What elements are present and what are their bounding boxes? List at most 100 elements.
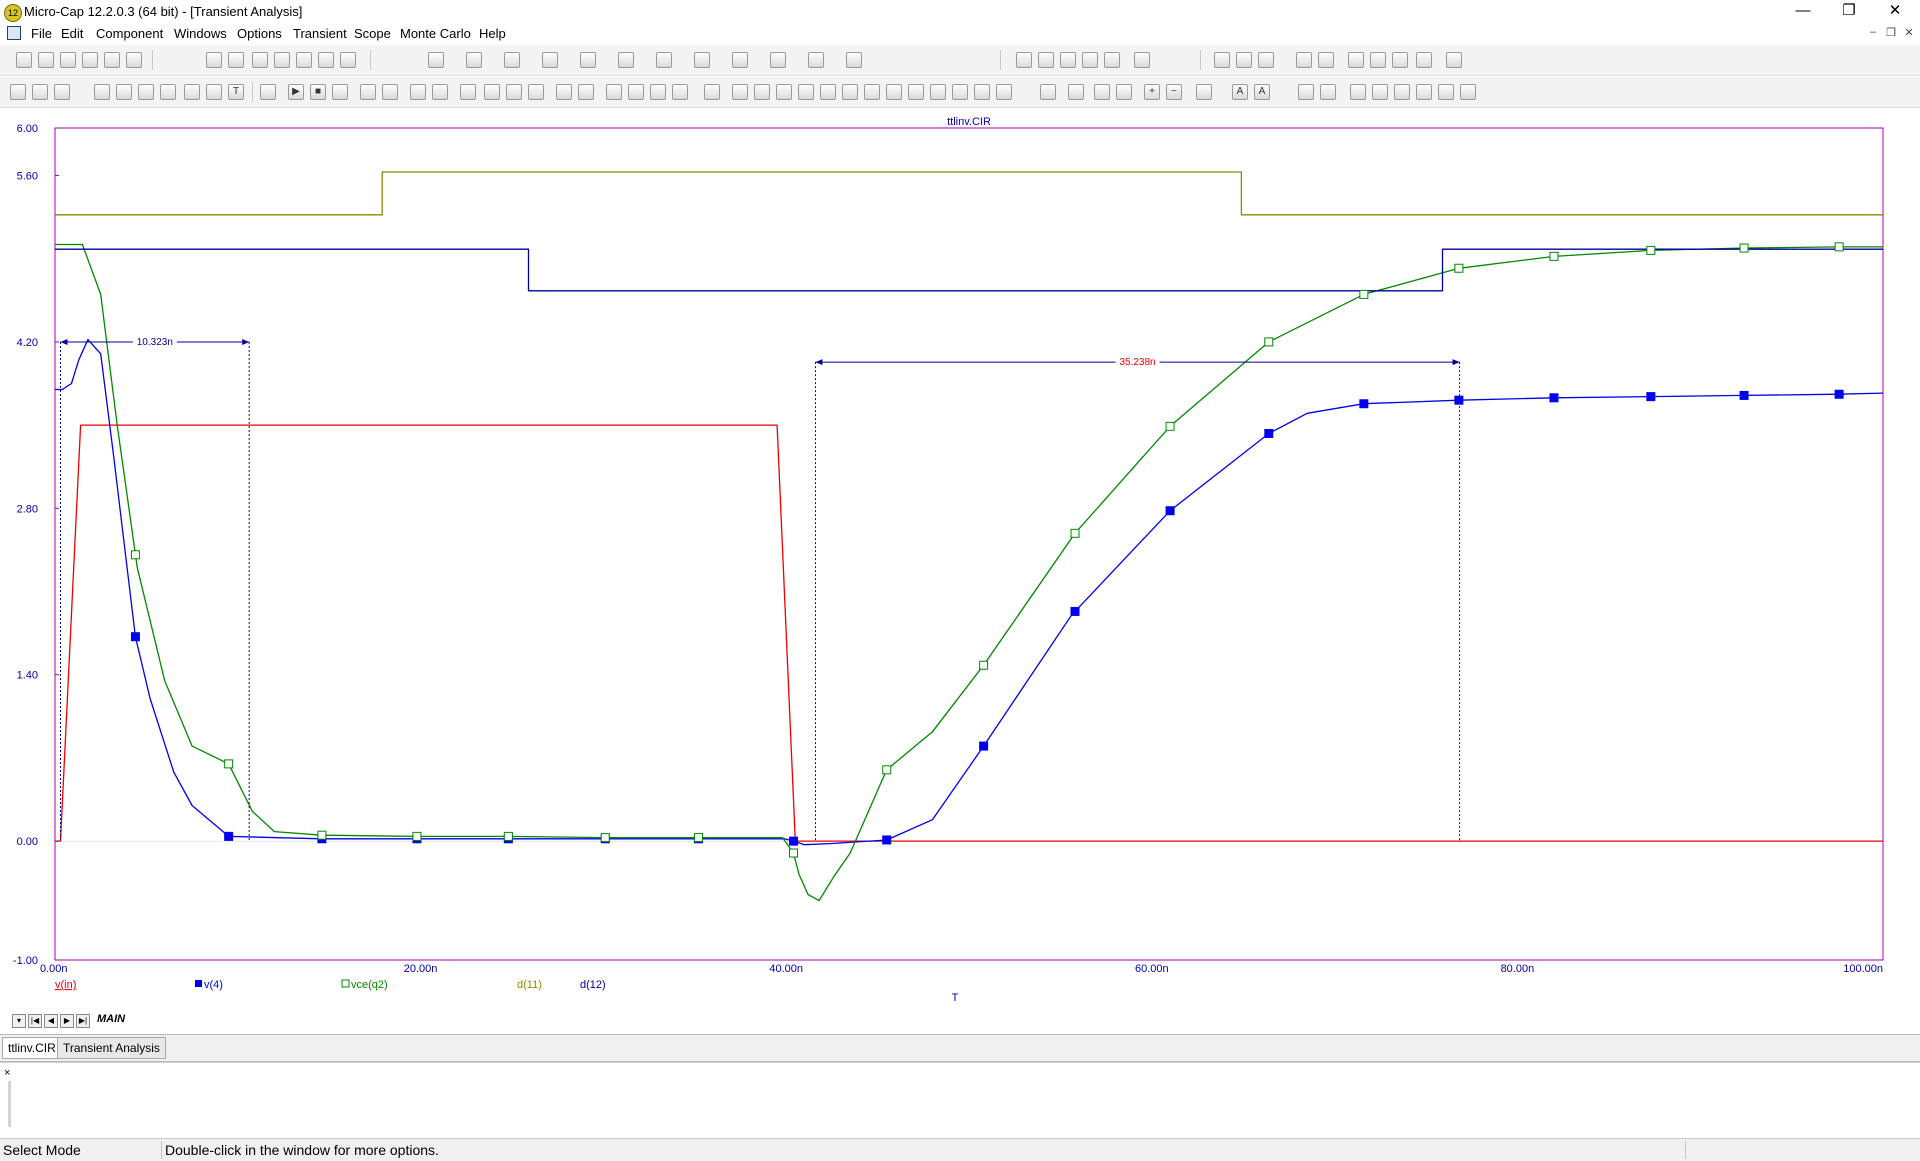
tag-icon[interactable] (974, 84, 990, 100)
next-point-icon[interactable] (908, 84, 924, 100)
valley-icon[interactable] (754, 84, 770, 100)
point-scale-icon[interactable] (116, 84, 132, 100)
zoom-out-icon[interactable]: − (1166, 84, 1182, 100)
mdi-close-button[interactable]: ✕ (1900, 26, 1918, 42)
menu-scope[interactable]: Scope (354, 26, 391, 41)
color-picker-icon[interactable] (54, 84, 70, 100)
graph-icon[interactable] (360, 84, 376, 100)
high-icon[interactable] (776, 84, 792, 100)
run-analysis-icon[interactable] (1296, 52, 1312, 68)
redo-icon[interactable] (228, 52, 244, 68)
paste-icon[interactable] (296, 52, 312, 68)
align-top-icon[interactable] (1416, 84, 1432, 100)
slope-icon[interactable] (886, 84, 902, 100)
mosfet-icon[interactable] (656, 52, 672, 68)
close-button[interactable]: ✕ (1872, 0, 1918, 22)
properties-icon[interactable] (1040, 84, 1056, 100)
menu-component[interactable]: Component (96, 26, 163, 41)
palette-icon[interactable] (996, 84, 1012, 100)
table-alt-icon[interactable] (484, 84, 500, 100)
arrange-icon[interactable] (1082, 52, 1098, 68)
battery-icon[interactable] (770, 52, 786, 68)
menu-edit[interactable]: Edit (61, 26, 83, 41)
measure-icon[interactable] (704, 84, 720, 100)
window-icon[interactable] (1104, 52, 1120, 68)
cursor-mode-icon[interactable] (138, 84, 154, 100)
tile-vertical-icon[interactable] (1038, 52, 1054, 68)
font-icon[interactable]: A (1232, 84, 1248, 100)
inflection-icon[interactable] (820, 84, 836, 100)
copy-icon[interactable] (274, 52, 290, 68)
global-low-icon[interactable] (864, 84, 880, 100)
font-size-icon[interactable]: A (1254, 84, 1270, 100)
new-file-icon[interactable] (16, 52, 32, 68)
select-all-icon[interactable] (340, 52, 356, 68)
align-middle-icon[interactable] (1438, 84, 1454, 100)
menu-windows[interactable]: Windows (174, 26, 227, 41)
pause-icon[interactable] (332, 84, 348, 100)
sheet-tab-main[interactable]: MAIN (97, 1013, 137, 1029)
formula-icon[interactable] (206, 84, 222, 100)
vertical-tag-icon[interactable] (184, 84, 200, 100)
restore-button[interactable]: ❐ (1826, 0, 1872, 22)
horizontal-tag-icon[interactable] (160, 84, 176, 100)
probe-icon[interactable] (846, 52, 862, 68)
align-bottom-icon[interactable] (1460, 84, 1476, 100)
run-icon[interactable]: ▶ (288, 84, 304, 100)
low-icon[interactable] (798, 84, 814, 100)
prev-point-icon[interactable] (930, 84, 946, 100)
pane-splitter[interactable] (8, 1081, 11, 1127)
pan-icon[interactable] (32, 84, 48, 100)
bring-front-icon[interactable] (1298, 84, 1314, 100)
box-icon[interactable] (410, 84, 426, 100)
select-arrow-icon[interactable] (10, 84, 26, 100)
send-back-icon[interactable] (1320, 84, 1336, 100)
align-right-icon[interactable] (1394, 84, 1410, 100)
menu-transient[interactable]: Transient (293, 26, 347, 41)
component-panel-icon[interactable] (1214, 52, 1230, 68)
mdi-minimize-button[interactable]: – (1864, 26, 1882, 42)
minimize-button[interactable]: — (1780, 0, 1826, 22)
sheet-menu-button[interactable]: ▾ (12, 1014, 26, 1028)
print-preview-icon[interactable] (104, 52, 120, 68)
waveform-icon[interactable] (1416, 52, 1432, 68)
align-center-icon[interactable] (1372, 84, 1388, 100)
data-points-icon[interactable] (1068, 84, 1084, 100)
properties-icon[interactable] (1348, 52, 1364, 68)
plot-area[interactable]: ttlinv.CIR 6.00 5.60 4.20 2.80 1.40 0.00 -1.00 0… (0, 108, 1920, 1032)
sheet-prev-button[interactable]: ◀ (44, 1014, 58, 1028)
menu-options[interactable]: Options (237, 26, 282, 41)
text-tool-icon[interactable]: T (228, 84, 244, 100)
sheet-last-button[interactable]: ▶| (76, 1014, 90, 1028)
transient-plot[interactable]: ttlinv.CIR 6.00 5.60 4.20 2.80 1.40 0.00 -1.000… (0, 108, 1920, 1008)
ruler-icon[interactable] (1116, 84, 1132, 100)
align-icon[interactable] (952, 84, 968, 100)
diode-icon[interactable] (580, 52, 596, 68)
rows-icon[interactable] (578, 84, 594, 100)
tile-horizontal-icon[interactable] (1060, 52, 1076, 68)
sheet-first-button[interactable]: |◀ (28, 1014, 42, 1028)
tab-transient-analysis[interactable]: Transient Analysis (57, 1037, 166, 1059)
tokens-icon[interactable] (1094, 84, 1110, 100)
scale-mode-icon[interactable] (94, 84, 110, 100)
scale-icon[interactable] (1446, 52, 1462, 68)
undo-icon[interactable] (206, 52, 222, 68)
save-all-icon[interactable] (82, 52, 98, 68)
transistor-icon[interactable] (618, 52, 634, 68)
tools-icon[interactable] (1392, 52, 1408, 68)
peak-icon[interactable] (732, 84, 748, 100)
row-icon[interactable] (556, 84, 572, 100)
delete-icon[interactable] (318, 52, 334, 68)
graph-alt-icon[interactable] (382, 84, 398, 100)
inductor-icon[interactable] (542, 52, 558, 68)
calculate-icon[interactable] (260, 84, 276, 100)
calculator-icon[interactable] (1134, 52, 1150, 68)
zoom-fit-icon[interactable] (672, 84, 688, 100)
menu-file[interactable]: File (31, 26, 52, 41)
print-icon[interactable] (126, 52, 142, 68)
save-icon[interactable] (60, 52, 76, 68)
columns-icon[interactable] (528, 84, 544, 100)
open-folder-icon[interactable] (38, 52, 54, 68)
document-icon[interactable] (7, 26, 21, 40)
resistor-icon[interactable] (466, 52, 482, 68)
